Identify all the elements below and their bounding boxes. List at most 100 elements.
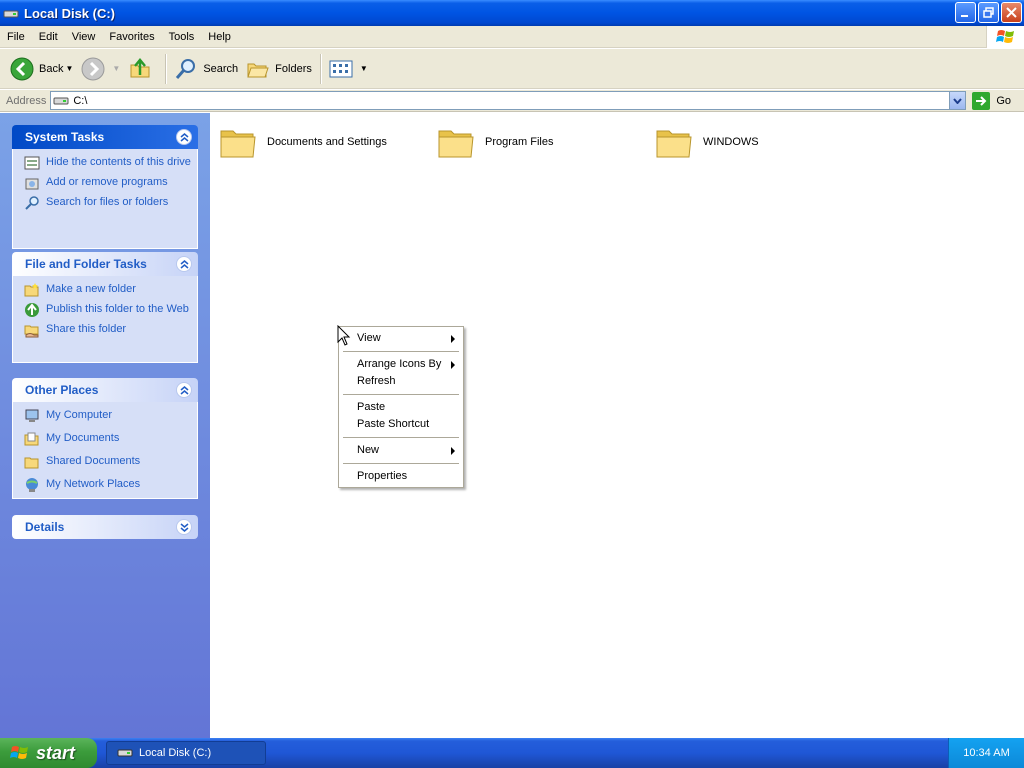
ctx-paste-shortcut[interactable]: Paste Shortcut — [341, 416, 461, 433]
back-label: Back — [39, 62, 64, 75]
folder-view[interactable]: Documents and Settings Program Files WIN… — [210, 113, 1024, 738]
menu-bar: File Edit View Favorites Tools Help — [0, 26, 1024, 48]
ctx-label: Refresh — [357, 375, 396, 387]
details-panel: Details — [12, 515, 198, 539]
my-documents-icon — [24, 432, 39, 446]
folder-icon — [438, 130, 474, 158]
menu-separator — [343, 437, 459, 438]
go-button[interactable]: Go — [972, 91, 1011, 110]
ctx-refresh[interactable]: Refresh — [341, 373, 461, 390]
address-value: C:\ — [73, 94, 88, 107]
add-remove-programs-icon — [25, 178, 39, 190]
place-label: My Computer — [46, 409, 113, 421]
windows-logo-icon — [10, 746, 28, 759]
restore-button[interactable] — [978, 2, 999, 23]
place-shared-documents[interactable]: Shared Documents — [24, 454, 191, 470]
forward-arrow-icon — [81, 57, 105, 80]
title-bar[interactable]: Local Disk (C:) — [0, 0, 1024, 26]
place-my-network-places[interactable]: My Network Places — [24, 477, 191, 493]
system-tasks-panel: System Tasks Hide the contents of this d… — [12, 125, 198, 249]
search-button[interactable]: Search — [170, 52, 242, 86]
ctx-view[interactable]: View — [341, 330, 461, 347]
file-folder-tasks-header[interactable]: File and Folder Tasks — [12, 252, 198, 276]
task-hide-contents[interactable]: Hide the contents of this drive — [24, 155, 191, 171]
folder-item[interactable]: Documents and Settings — [219, 123, 387, 161]
ctx-label: View — [357, 332, 381, 344]
address-input[interactable]: C:\ — [50, 91, 967, 110]
place-my-computer[interactable]: My Computer — [24, 408, 191, 424]
shared-documents-icon — [24, 457, 39, 469]
start-button[interactable]: start — [0, 738, 97, 768]
folder-item[interactable]: WINDOWS — [655, 123, 759, 161]
task-new-folder[interactable]: Make a new folder — [24, 282, 191, 298]
folders-label: Folders — [275, 62, 312, 75]
collapse-icon[interactable] — [176, 382, 192, 398]
up-folder-button[interactable] — [124, 52, 161, 86]
submenu-arrow-icon — [451, 447, 455, 455]
search-icon — [176, 58, 196, 79]
menu-help[interactable]: Help — [201, 26, 238, 48]
address-bar: Address C:\ Go — [0, 90, 1024, 112]
folder-icon — [656, 130, 692, 158]
forward-dropdown-icon[interactable]: ▼ — [112, 64, 120, 73]
task-label: Make a new folder — [46, 283, 136, 295]
ctx-new[interactable]: New — [341, 442, 461, 459]
back-button[interactable]: Back ▼ — [6, 52, 77, 86]
details-header[interactable]: Details — [12, 515, 198, 539]
windows-logo-icon — [986, 26, 1024, 48]
toolbar-separator — [319, 53, 321, 84]
ctx-label: Paste Shortcut — [357, 418, 430, 430]
menu-tools[interactable]: Tools — [162, 26, 202, 48]
menu-favorites[interactable]: Favorites — [102, 26, 161, 48]
panel-title: File and Folder Tasks — [25, 257, 147, 271]
ctx-properties[interactable]: Properties — [341, 468, 461, 485]
drive-icon — [3, 10, 19, 18]
ctx-paste[interactable]: Paste — [341, 399, 461, 416]
menu-view[interactable]: View — [65, 26, 103, 48]
task-label: Share this folder — [46, 323, 127, 335]
views-dropdown-icon[interactable]: ▼ — [360, 64, 368, 73]
mouse-cursor-icon — [337, 325, 351, 346]
minimize-button[interactable] — [955, 2, 976, 23]
place-my-documents[interactable]: My Documents — [24, 431, 191, 447]
address-label: Address — [6, 94, 47, 107]
collapse-icon[interactable] — [176, 256, 192, 272]
address-dropdown-button[interactable] — [949, 92, 966, 109]
folder-item[interactable]: Program Files — [437, 123, 553, 161]
forward-button[interactable]: ▼ — [77, 52, 124, 86]
folders-button[interactable]: Folders — [242, 52, 316, 86]
menu-file[interactable]: File — [0, 26, 32, 48]
folder-label: Documents and Settings — [267, 136, 387, 148]
expand-icon[interactable] — [176, 519, 192, 535]
taskbar-window-button[interactable]: Local Disk (C:) — [106, 741, 266, 765]
place-label: My Documents — [46, 432, 120, 444]
chevron-down-icon — [953, 97, 963, 104]
collapse-icon[interactable] — [176, 129, 192, 145]
close-icon — [1006, 7, 1017, 18]
ctx-arrange-icons[interactable]: Arrange Icons By — [341, 356, 461, 373]
task-publish-web[interactable]: Publish this folder to the Web — [24, 302, 191, 318]
task-share-folder[interactable]: Share this folder — [24, 322, 191, 338]
ctx-label: New — [357, 444, 380, 456]
window-title: Local Disk (C:) — [24, 5, 116, 21]
taskbar-window-label: Local Disk (C:) — [139, 747, 212, 759]
toolbar: Back ▼ ▼ Search Folders ▼ — [0, 49, 1024, 89]
folder-label: WINDOWS — [703, 136, 759, 148]
close-button[interactable] — [1001, 2, 1022, 23]
start-label: start — [36, 742, 76, 763]
clock[interactable]: 10:34 AM — [963, 747, 1009, 759]
menu-edit[interactable]: Edit — [32, 26, 65, 48]
search-icon — [25, 196, 39, 210]
task-search-files[interactable]: Search for files or folders — [24, 195, 191, 211]
folder-label: Program Files — [485, 136, 554, 148]
system-tasks-header[interactable]: System Tasks — [12, 125, 198, 149]
back-dropdown-icon[interactable]: ▼ — [65, 64, 73, 73]
other-places-header[interactable]: Other Places — [12, 378, 198, 402]
hide-contents-icon — [24, 156, 40, 170]
publish-web-icon — [25, 303, 39, 317]
task-add-remove-programs[interactable]: Add or remove programs — [24, 175, 191, 191]
panel-title: System Tasks — [25, 130, 105, 144]
panel-title: Details — [25, 520, 65, 534]
task-label: Search for files or folders — [46, 196, 169, 208]
views-button[interactable]: ▼ — [325, 52, 372, 86]
